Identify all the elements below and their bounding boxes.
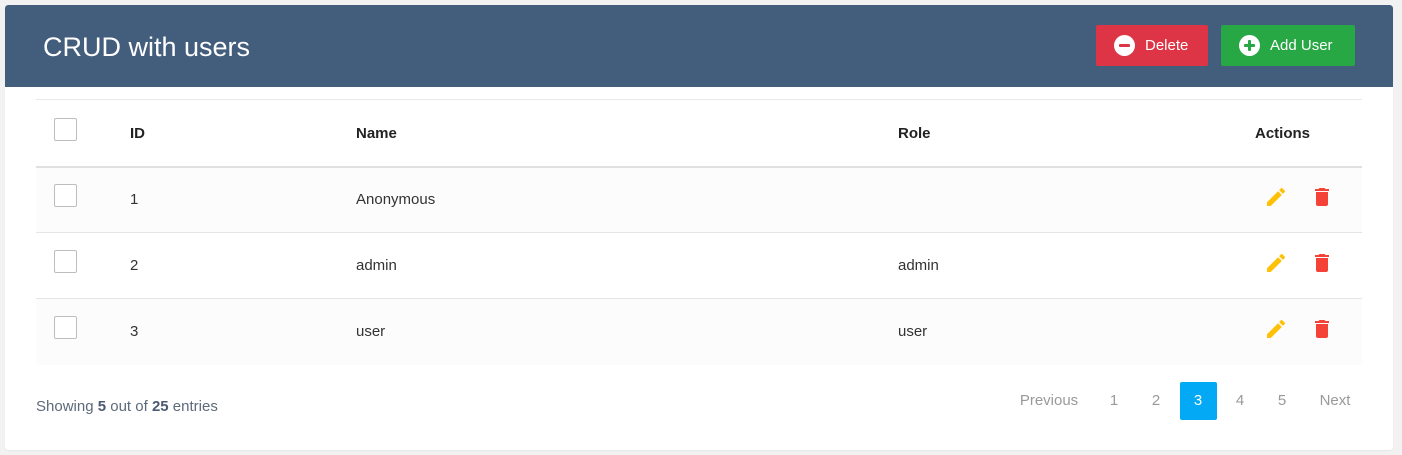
pencil-icon[interactable] xyxy=(1264,317,1288,341)
page-link-5[interactable]: 5 xyxy=(1264,382,1301,420)
row-role xyxy=(898,167,1255,233)
trash-icon[interactable] xyxy=(1310,317,1334,341)
add-user-button[interactable]: Add User xyxy=(1221,25,1355,66)
row-id: 2 xyxy=(130,257,139,274)
page-title: CRUD with users xyxy=(43,32,251,62)
table-row: 3 user user xyxy=(36,298,1362,365)
row-name: user xyxy=(356,323,386,341)
summary-prefix: Showing xyxy=(36,398,94,415)
row-role: user xyxy=(898,323,928,341)
column-header-name: Name xyxy=(356,125,397,143)
add-user-button-label: Add User xyxy=(1270,37,1333,54)
plus-circle-icon xyxy=(1239,35,1260,56)
pagination: Previous 1 2 3 4 5 Next xyxy=(1005,382,1361,420)
column-header-role: Role xyxy=(898,125,931,143)
row-role: admin xyxy=(898,257,939,274)
minus-circle-icon xyxy=(1114,35,1135,56)
pagination-next[interactable]: Next xyxy=(1303,382,1361,420)
pencil-icon[interactable] xyxy=(1264,185,1288,209)
table-header-bar: CRUD with users Delete Add User xyxy=(5,5,1393,87)
summary-out-of: out of xyxy=(110,398,148,415)
users-card: CRUD with users Delete Add User ID Name … xyxy=(5,5,1393,450)
page-link-3[interactable]: 3 xyxy=(1179,382,1217,420)
delete-button-label: Delete xyxy=(1145,37,1189,54)
table-head-row: ID Name Role Actions xyxy=(36,99,1362,167)
page-link-1[interactable]: 1 xyxy=(1096,382,1133,420)
entries-summary: Showing 5 out of 25 entries xyxy=(36,398,218,415)
page-link-2[interactable]: 2 xyxy=(1138,382,1175,420)
row-checkbox[interactable] xyxy=(54,250,77,273)
pencil-icon[interactable] xyxy=(1264,251,1288,275)
users-table: ID Name Role Actions 1 Anonymous 2 admin… xyxy=(36,99,1362,365)
select-all-cell xyxy=(36,100,130,167)
pagination-previous[interactable]: Previous xyxy=(1005,382,1093,420)
trash-icon[interactable] xyxy=(1310,251,1334,275)
row-name: admin xyxy=(356,257,397,274)
column-header-actions: Actions xyxy=(1255,125,1311,143)
row-id: 1 xyxy=(130,191,139,209)
column-header-id: ID xyxy=(130,125,145,143)
trash-icon[interactable] xyxy=(1310,185,1334,209)
row-checkbox[interactable] xyxy=(54,316,77,340)
delete-button[interactable]: Delete xyxy=(1096,25,1208,66)
table-row: 1 Anonymous xyxy=(36,166,1362,233)
row-id: 3 xyxy=(130,323,139,341)
summary-entries: entries xyxy=(172,398,218,415)
shown-count: 5 xyxy=(97,398,107,415)
table-row: 2 admin admin xyxy=(36,233,1362,299)
row-name: Anonymous xyxy=(356,191,436,209)
select-all-checkbox[interactable] xyxy=(54,118,77,142)
page-link-4[interactable]: 4 xyxy=(1222,382,1259,420)
row-checkbox[interactable] xyxy=(54,184,77,208)
total-count: 25 xyxy=(151,398,169,415)
